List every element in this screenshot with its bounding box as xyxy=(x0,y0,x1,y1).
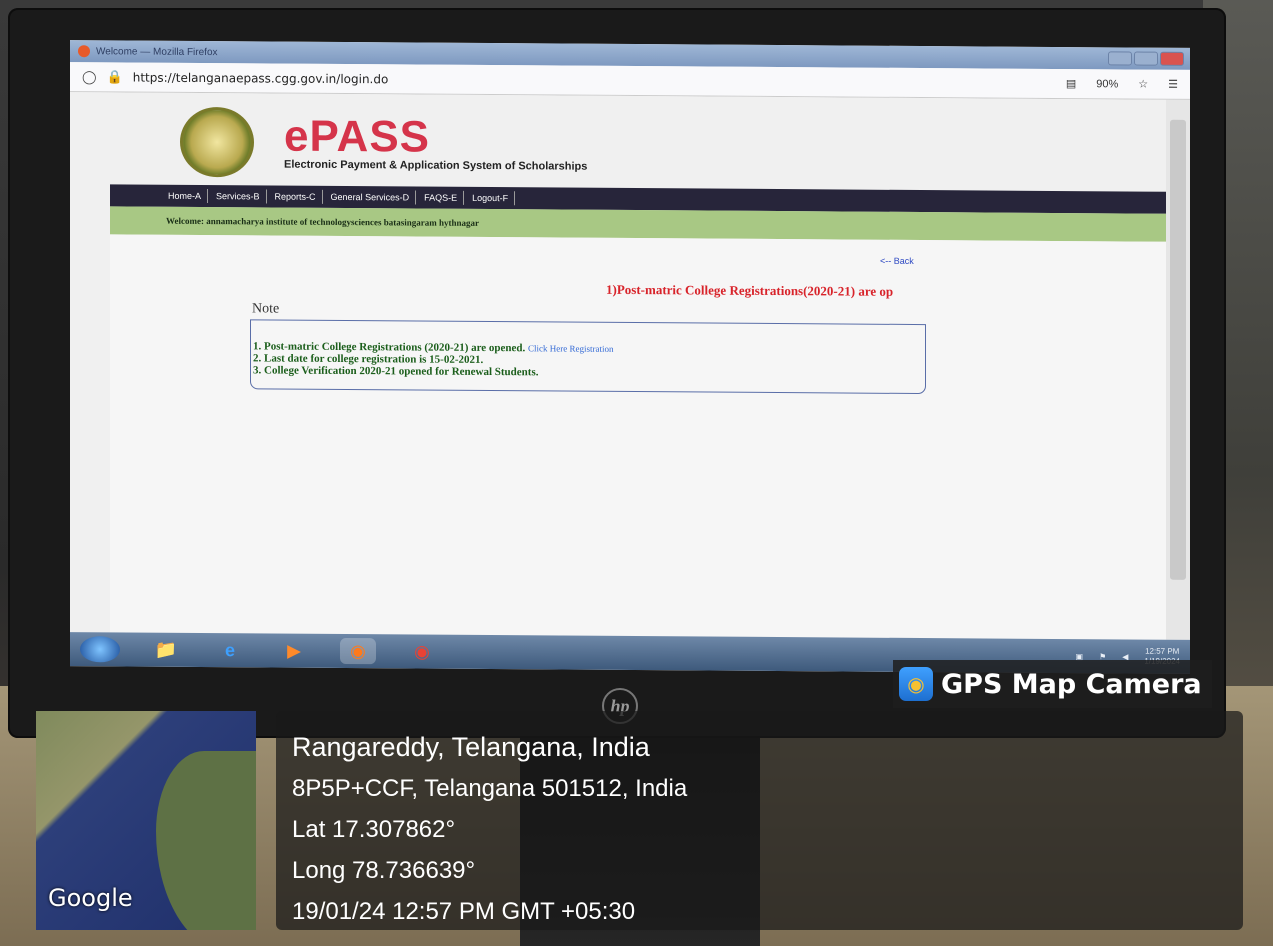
site-header: ePASS Electronic Payment & Application S… xyxy=(180,101,980,189)
page-content: <-- Back 1)Post-matric College Registrat… xyxy=(110,234,1170,640)
site-tagline: Electronic Payment & Application System … xyxy=(284,158,588,173)
gps-app-name: GPS Map Camera xyxy=(941,668,1202,700)
maximize-button[interactable] xyxy=(1134,51,1158,66)
internet-explorer-icon[interactable]: e xyxy=(212,637,248,663)
gps-info-panel: Rangareddy, Telangana, India 8P5P+CCF, T… xyxy=(276,711,1243,930)
gps-timestamp: 19/01/24 12:57 PM GMT +05:30 xyxy=(292,898,636,925)
nav-logout[interactable]: Logout-F xyxy=(466,190,516,206)
firefox-icon xyxy=(78,45,90,58)
gps-longitude: Long 78.736639° xyxy=(292,857,476,884)
nav-home[interactable]: Home-A xyxy=(162,188,209,204)
shield-icon[interactable]: ◯ xyxy=(82,69,97,85)
zoom-level[interactable]: 90% xyxy=(1096,78,1118,90)
map-land xyxy=(156,751,256,930)
window-title: Welcome — Mozilla Firefox xyxy=(96,45,218,58)
vertical-scrollbar[interactable] xyxy=(1166,99,1190,640)
minimize-button[interactable] xyxy=(1108,51,1132,66)
web-page: ePASS Electronic Payment & Application S… xyxy=(70,92,1170,640)
media-player-icon[interactable]: ▶ xyxy=(276,638,312,664)
nav-reports[interactable]: Reports-C xyxy=(268,189,323,204)
start-button[interactable] xyxy=(80,636,120,663)
gps-latitude: Lat 17.307862° xyxy=(292,816,456,843)
firefox-taskbar-icon[interactable]: ◉ xyxy=(340,637,376,665)
gps-address: 8P5P+CCF, Telangana 501512, India xyxy=(292,775,688,802)
telangana-emblem-logo xyxy=(180,106,254,178)
clock-time: 12:57 PM xyxy=(1145,646,1180,656)
gps-camera-badge: ◉ GPS Map Camera xyxy=(893,660,1212,708)
file-explorer-icon[interactable]: 📁 xyxy=(148,637,184,663)
window-controls xyxy=(1108,51,1190,66)
nav-faqs[interactable]: FAQS-E xyxy=(418,190,465,205)
close-button[interactable] xyxy=(1160,51,1184,66)
monitor-bezel: hp Welcome — Mozilla Firefox ◯ 🔒 https:/… xyxy=(8,8,1226,738)
reader-view-icon[interactable]: ▤ xyxy=(1066,77,1076,90)
scrollbar-thumb[interactable] xyxy=(1170,119,1186,580)
monitor-screen: Welcome — Mozilla Firefox ◯ 🔒 https://te… xyxy=(70,40,1190,674)
note-title: Note xyxy=(252,301,280,317)
photo-scene: hp Welcome — Mozilla Firefox ◯ 🔒 https:/… xyxy=(0,0,1273,946)
address-bar-actions: ▤ 90% ☆ ☰ xyxy=(1066,77,1178,91)
brand-block: ePASS Electronic Payment & Application S… xyxy=(284,111,588,173)
bookmark-star-icon[interactable]: ☆ xyxy=(1138,78,1148,91)
map-thumbnail: Google xyxy=(36,711,256,930)
menu-icon[interactable]: ☰ xyxy=(1168,78,1178,91)
nav-general-services[interactable]: General Services-D xyxy=(324,189,417,205)
nav-services[interactable]: Services-B xyxy=(210,189,267,204)
chrome-taskbar-icon[interactable]: ◉ xyxy=(404,638,440,664)
announcement-marquee: 1)Post-matric College Registrations(2020… xyxy=(606,281,894,299)
back-link[interactable]: <-- Back xyxy=(880,256,914,266)
google-map-label: Google xyxy=(48,884,133,912)
note-box: 1. Post-matric College Registrations (20… xyxy=(250,319,926,395)
epass-logo: ePASS xyxy=(284,111,431,162)
url-text[interactable]: https://telanganaepass.cgg.gov.in/login.… xyxy=(133,70,389,86)
map-pin-icon: ◉ xyxy=(899,667,933,701)
registration-link[interactable]: Click Here Registration xyxy=(528,343,613,354)
gps-location: Rangareddy, Telangana, India xyxy=(292,732,650,762)
lock-icon[interactable]: 🔒 xyxy=(107,69,123,85)
